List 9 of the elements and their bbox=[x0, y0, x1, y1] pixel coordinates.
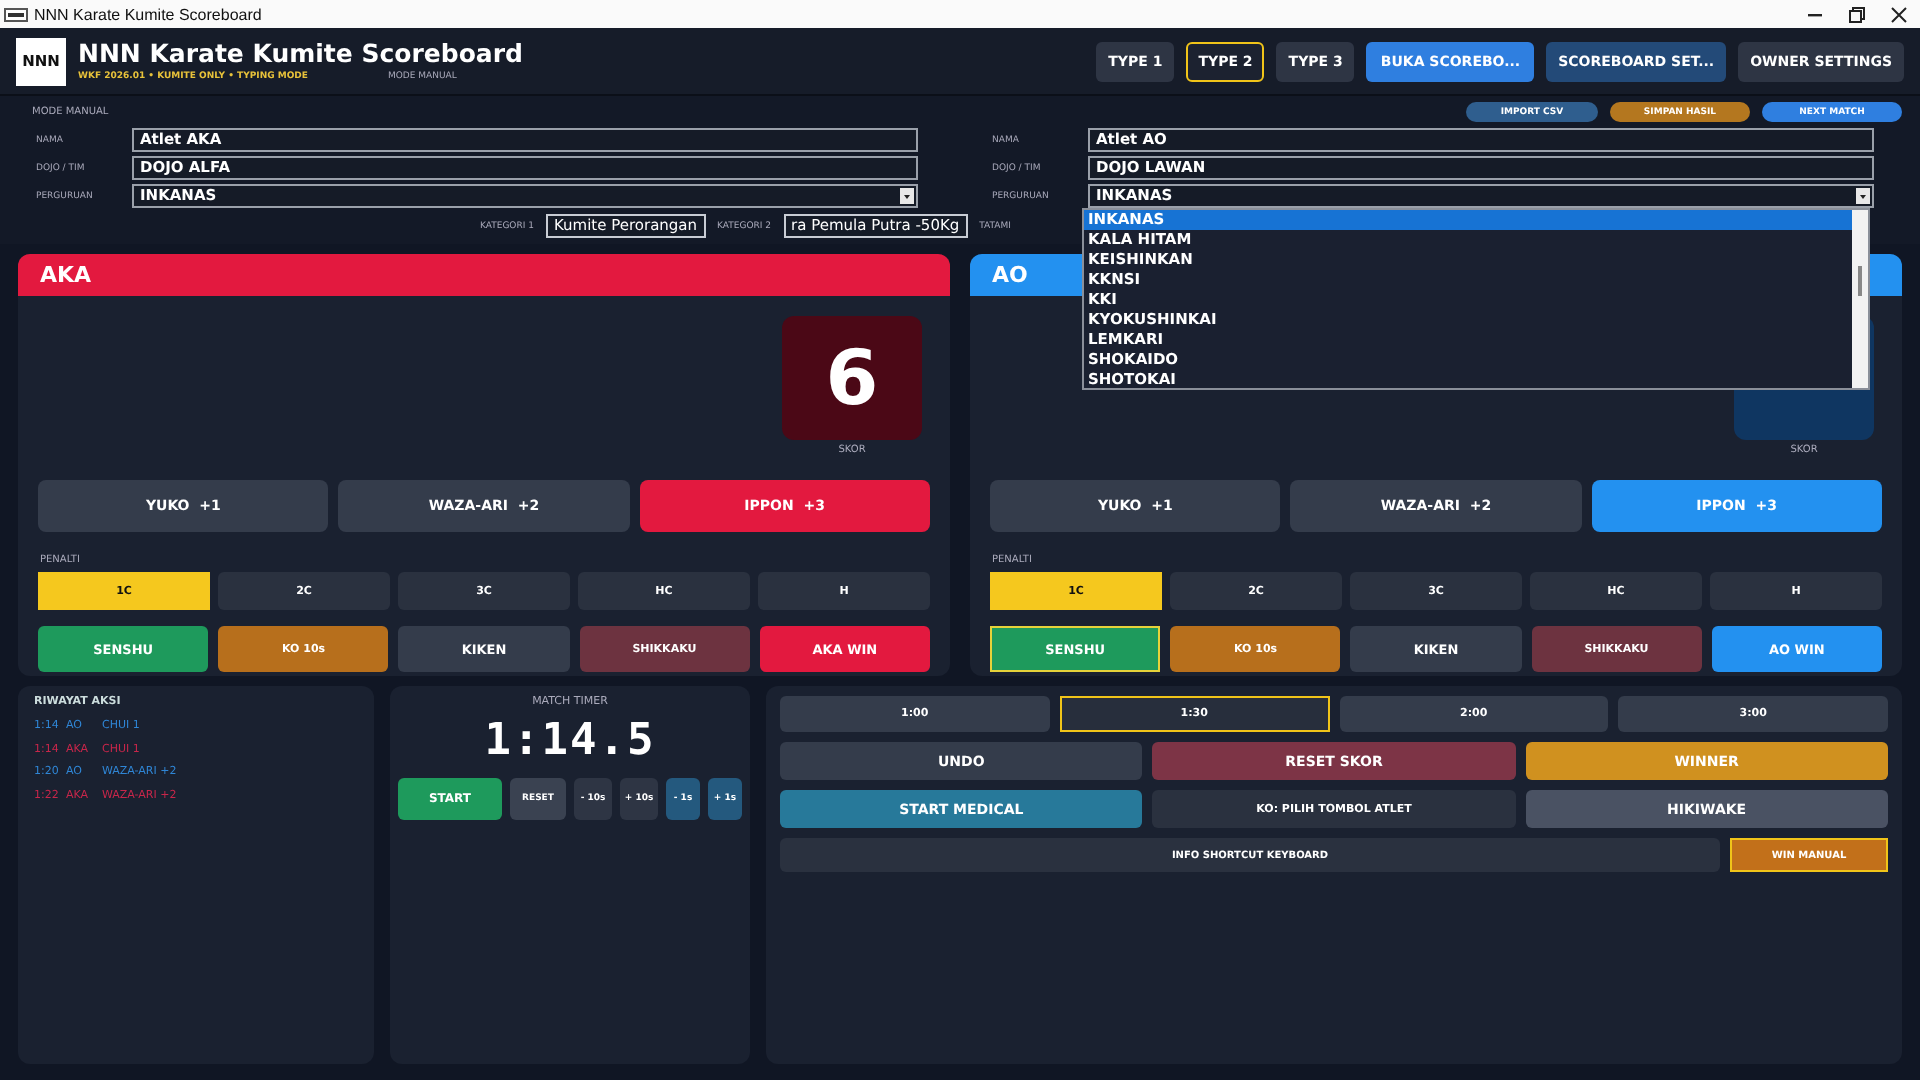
athlete-header: AKA bbox=[18, 254, 950, 296]
window-title: NNN Karate Kumite Scoreboard bbox=[34, 5, 262, 23]
scrollbar[interactable] bbox=[1852, 210, 1868, 388]
timer-display: 1:14.5 bbox=[484, 716, 656, 766]
app-title: NNN Karate Kumite Scoreboard bbox=[78, 40, 523, 68]
score-value: 6 bbox=[825, 334, 879, 422]
close-icon[interactable] bbox=[1890, 5, 1908, 23]
restore-icon[interactable] bbox=[1848, 5, 1866, 23]
scrollbar-thumb[interactable] bbox=[1858, 266, 1862, 296]
